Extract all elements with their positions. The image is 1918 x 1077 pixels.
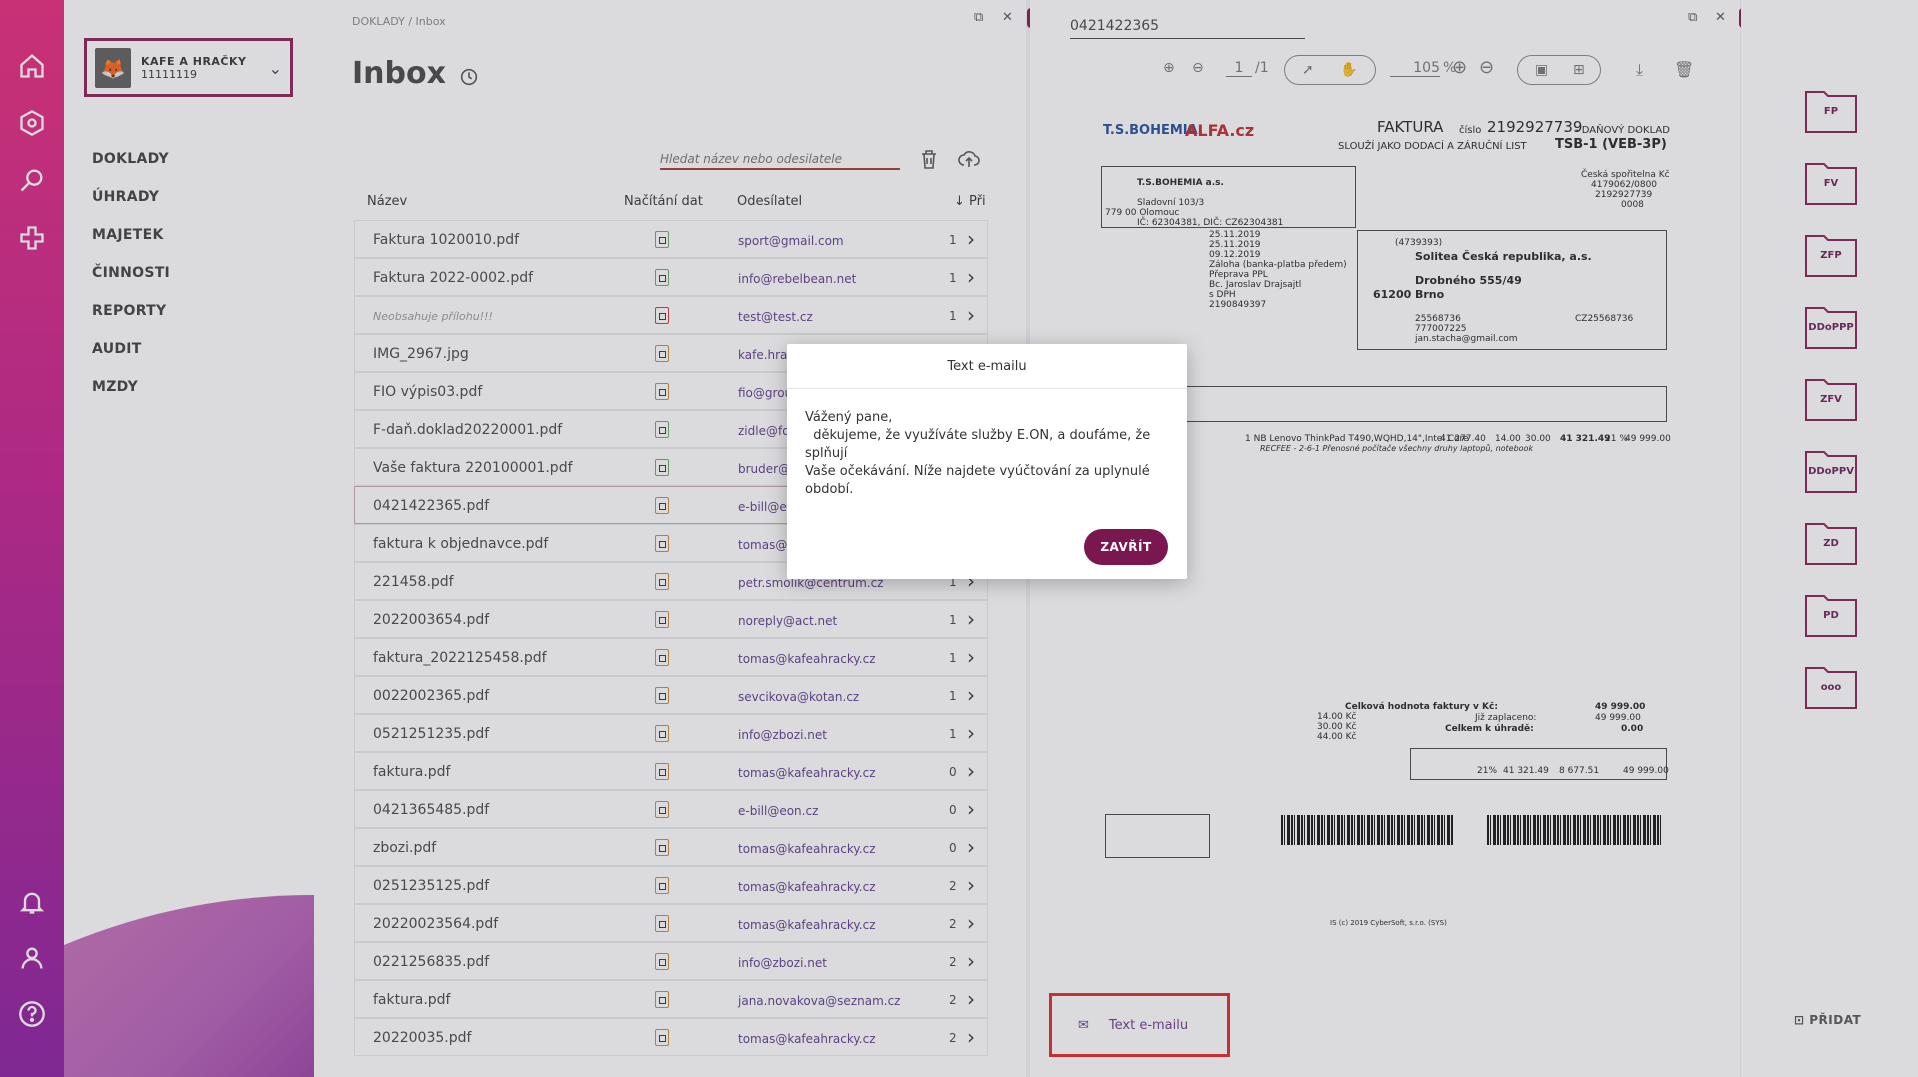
modal-body: Vážený pane, děkujeme, že využíváte služ… <box>805 410 1151 497</box>
close-button[interactable]: ZAVŘÍT <box>1084 529 1168 565</box>
modal-title: Text e-mailu <box>787 344 1187 389</box>
email-text-modal: Text e-mailu Vážený pane, děkujeme, že v… <box>787 344 1187 579</box>
